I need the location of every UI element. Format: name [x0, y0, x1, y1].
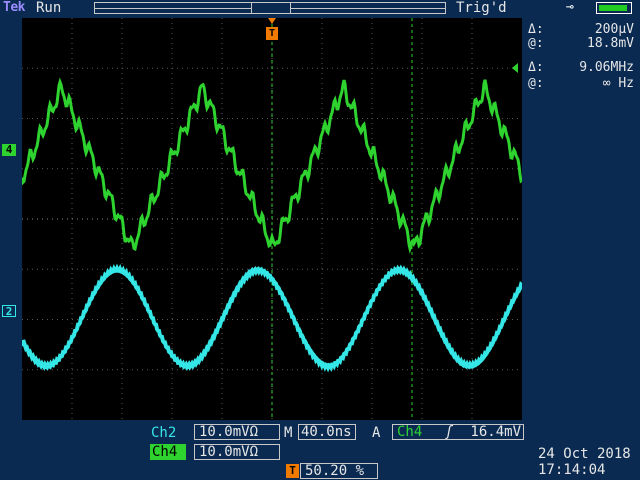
cursor-v-at-value: 18.8mV — [587, 36, 634, 51]
cursor-v-delta-label: Δ: — [528, 22, 544, 37]
horizontal-label: M — [284, 425, 293, 441]
cursor-v-at: @: 18.8mV — [528, 36, 634, 54]
ch2-label[interactable]: Ch2 — [151, 425, 176, 441]
horizontal-scale[interactable]: 40.0ns — [298, 424, 356, 440]
cursor-f-delta-value: 9.06MHz — [579, 60, 634, 75]
battery-icon — [596, 2, 632, 14]
cursor-f-at-value: ∞ Hz — [602, 76, 634, 91]
cursor-v-at-label: @: — [528, 36, 544, 51]
battery-level — [599, 5, 627, 11]
time: 17:14:04 — [538, 462, 606, 478]
plug-icon: ⊸ — [566, 0, 574, 15]
ch4-level-marker[interactable]: 4 — [2, 144, 16, 156]
cursor-f-at-label: @: — [528, 76, 544, 91]
date: 24 Oct 2018 — [538, 446, 631, 462]
ch2-level-marker[interactable]: 2 — [2, 305, 16, 318]
waveform-graticule[interactable] — [20, 18, 524, 420]
record-window — [251, 2, 291, 14]
trigger-settings[interactable]: Ch4 ʃ 16.4mV — [392, 424, 524, 440]
trigger-slope-icon: ʃ — [445, 424, 454, 440]
top-status-bar: Tek Run Trig'd ⊸ — [0, 0, 640, 18]
cursor-f-at: @: ∞ Hz — [528, 76, 634, 94]
trigger-position-arrow — [268, 18, 276, 24]
trigger-position-icon: T — [286, 464, 299, 478]
cursor-v-delta-value: 200µV — [594, 22, 634, 37]
acquisition-mode: A — [372, 425, 381, 441]
trigger-position[interactable]: 50.20 % — [300, 463, 378, 479]
trigger-channel: Ch4 — [397, 424, 423, 440]
cursor-f-delta-label: Δ: — [528, 60, 544, 75]
ch4-scale[interactable]: 10.0mVΩ — [194, 444, 280, 460]
ch4-label[interactable]: Ch4 — [150, 444, 186, 460]
cursor-arrow-icon — [512, 63, 518, 73]
brand-logo: Tek — [3, 0, 25, 15]
trigger-level: 16.4mV — [470, 424, 521, 440]
trigger-marker-icon[interactable]: T — [266, 27, 278, 40]
ch2-scale[interactable]: 10.0mVΩ — [194, 424, 280, 440]
waveform-display — [20, 18, 524, 420]
run-state[interactable]: Run — [36, 0, 61, 16]
record-view-bar — [94, 2, 446, 14]
trigger-state: Trig'd — [456, 0, 507, 16]
